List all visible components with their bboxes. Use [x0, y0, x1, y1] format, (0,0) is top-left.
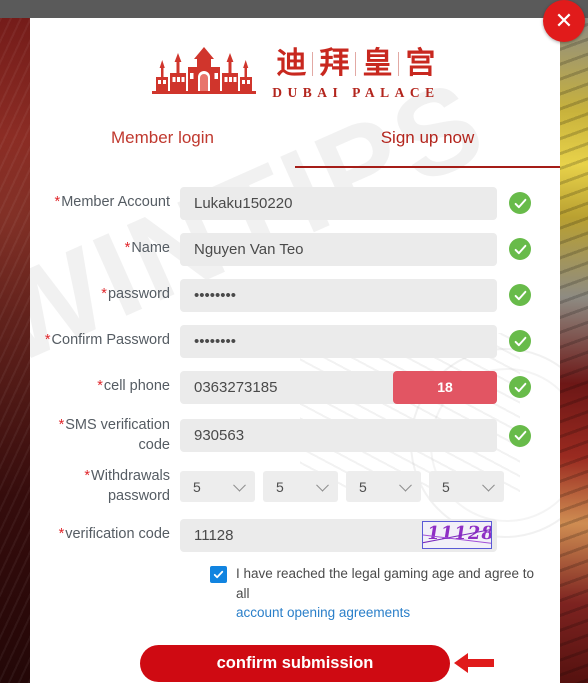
label-member-account: *Member Account — [54, 194, 170, 211]
required-asterisk: * — [44, 332, 51, 349]
form-row-member-account: *Member Account — [30, 186, 560, 220]
form-row-cell-phone: *cell phone 18 — [30, 370, 560, 404]
form-row-sms-code: *SMS verification code — [30, 416, 560, 455]
required-asterisk: * — [101, 286, 107, 303]
logo-divider-2 — [355, 52, 357, 76]
captcha-image[interactable]: 11128 — [422, 520, 492, 549]
label-cell-phone: *cell phone — [97, 378, 170, 395]
field-sms-code — [180, 419, 531, 453]
field-member-account — [180, 186, 531, 220]
withdrawals-digit-2[interactable]: 5 — [263, 471, 338, 503]
required-asterisk: * — [124, 240, 131, 257]
logo-divider-3 — [398, 52, 400, 76]
logo-char-4: 宫 — [405, 46, 436, 81]
label-confirm-password: *Confirm Password — [44, 332, 170, 349]
tab-sign-up-now[interactable]: Sign up now — [295, 128, 560, 164]
chevron-down-icon — [482, 478, 495, 492]
withdrawals-digit-1[interactable]: 5 — [180, 471, 255, 503]
valid-check-icon — [509, 238, 531, 260]
signup-modal: WINTIPS 迪 拜 皇 宫 DUBAI PALACE Member logi… — [30, 18, 560, 683]
chevron-down-icon — [399, 478, 412, 492]
withdrawals-digit-3[interactable]: 5 — [346, 471, 421, 503]
form-row-name: *Name — [30, 232, 560, 266]
valid-check-icon — [509, 192, 531, 214]
password-input[interactable] — [180, 278, 497, 312]
label-withdrawals-password: *Withdrawals password — [84, 468, 170, 504]
signup-form: *Member Account *Name *password — [30, 186, 560, 683]
label-verification-code: *verification code — [58, 526, 170, 543]
name-input[interactable] — [180, 232, 497, 266]
withdrawals-digit-4-value: 5 — [442, 478, 450, 495]
withdrawals-password-selects: 5 5 5 5 — [180, 471, 504, 503]
submit-area: confirm submission — [30, 644, 560, 682]
confirm-password-input[interactable] — [180, 324, 497, 358]
agreement-checkbox[interactable] — [210, 566, 227, 584]
confirm-submission-button[interactable]: confirm submission — [140, 644, 450, 682]
valid-check-icon — [509, 424, 531, 447]
account-opening-agreements-link[interactable]: account opening agreements — [236, 603, 550, 623]
logo-divider-1 — [312, 52, 314, 76]
form-row-confirm-password: *Confirm Password — [30, 324, 560, 358]
agreement-row: I have reached the legal gaming age and … — [210, 564, 550, 623]
valid-check-icon — [509, 330, 531, 352]
label-password: *password — [101, 286, 170, 303]
withdrawals-digit-1-value: 5 — [193, 478, 201, 495]
screen: WINTIPS 迪 拜 皇 宫 DUBAI PALACE Member logi… — [0, 0, 588, 683]
brand-wordmark: 迪 拜 皇 宫 DUBAI PALACE — [272, 49, 439, 101]
label-sms-code: *SMS verification code — [58, 417, 170, 453]
chevron-down-icon — [316, 478, 329, 492]
tab-member-login[interactable]: Member login — [30, 128, 295, 164]
auth-tabs: Member login Sign up now — [30, 128, 560, 168]
field-name — [180, 232, 531, 266]
logo-char-3: 皇 — [362, 46, 393, 81]
palace-logo-icon — [152, 47, 257, 94]
member-account-input[interactable] — [180, 186, 497, 220]
browser-top-bar — [0, 0, 588, 18]
required-asterisk: * — [84, 468, 91, 485]
field-password — [180, 278, 531, 312]
required-asterisk: * — [97, 378, 103, 395]
field-confirm-password — [180, 324, 531, 358]
field-cell-phone: 18 — [180, 370, 531, 404]
form-row-withdrawals-password: *Withdrawals password 5 5 5 5 — [30, 467, 560, 506]
withdrawals-digit-4[interactable]: 5 — [429, 471, 504, 503]
annotation-arrow-icon — [454, 652, 494, 673]
field-verification-code: 11128 — [180, 518, 497, 552]
logo-char-1: 迪 — [276, 46, 307, 81]
sms-countdown-button[interactable]: 18 — [393, 370, 497, 404]
label-name: *Name — [124, 240, 170, 257]
brand-english-name: DUBAI PALACE — [272, 85, 440, 100]
chevron-down-icon — [233, 478, 246, 492]
form-row-verification-code: *verification code 11128 — [30, 518, 560, 552]
required-asterisk: * — [58, 526, 65, 543]
valid-check-icon — [509, 376, 531, 398]
brand-chinese-name: 迪 拜 皇 宫 — [276, 49, 435, 79]
sms-code-input[interactable] — [180, 419, 497, 453]
logo-char-2: 拜 — [319, 46, 350, 81]
agreement-text-block: I have reached the legal gaming age and … — [236, 564, 550, 623]
withdrawals-digit-3-value: 5 — [359, 478, 367, 495]
close-icon[interactable]: ✕ — [543, 0, 585, 42]
required-asterisk: * — [58, 417, 65, 433]
form-row-password: *password — [30, 278, 560, 312]
valid-check-icon — [509, 284, 531, 306]
background-page-right — [560, 18, 588, 683]
required-asterisk: * — [54, 194, 61, 211]
withdrawals-digit-2-value: 5 — [276, 478, 284, 495]
agreement-text: I have reached the legal gaming age and … — [236, 566, 534, 601]
active-tab-underline — [295, 165, 560, 168]
brand-logo: 迪 拜 皇 宫 DUBAI PALACE — [30, 44, 560, 106]
